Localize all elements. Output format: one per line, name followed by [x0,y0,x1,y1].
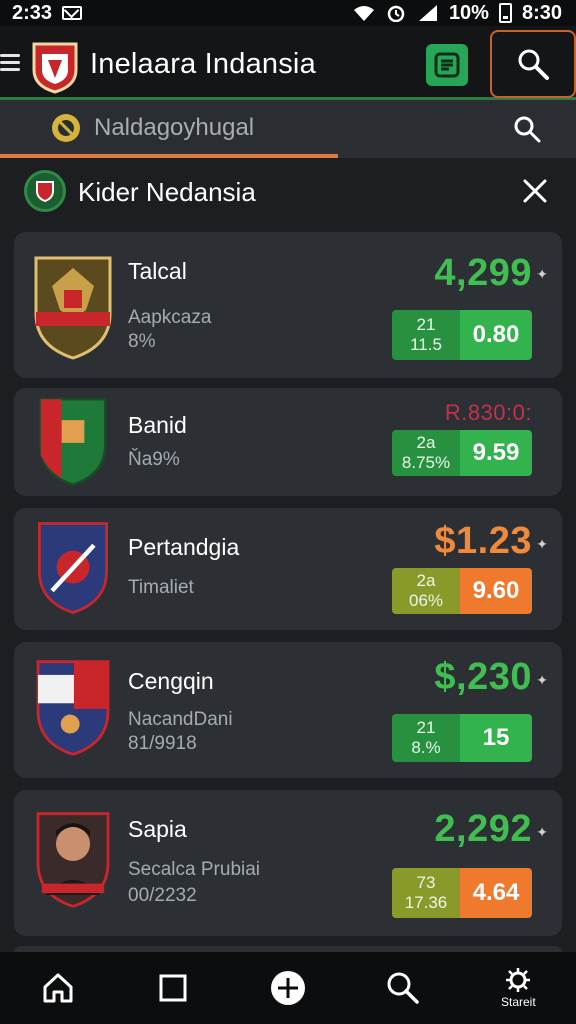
card-sub: NacandDani [128,709,233,730]
odds-value: 9.60 [460,568,532,614]
alarm-icon [387,5,405,22]
odds-left: 21 11.5 [392,310,460,360]
search-input[interactable]: Naldagoyhugal [94,114,254,142]
list-item[interactable]: Talcal Aapkcaza 8% 4,299 ✦ 21 11.5 0.80 [14,232,562,378]
odds-top: 21 [416,718,436,737]
share-button[interactable] [426,44,468,86]
nav-home[interactable] [23,958,93,1018]
odds-left: 2a 8.75% [392,430,460,476]
odds-top: 2a [416,433,436,452]
filter-header: Kider Nedansia [14,164,562,220]
team-badge-icon [52,114,80,142]
odds-top: 2a [416,571,436,590]
card-name: Banid [128,412,187,438]
square-icon [159,974,187,1002]
filter-badge [24,170,66,212]
shield-crest-icon [38,522,108,614]
trend-icon: ✦ [536,266,548,282]
card-name: Pertandgia [128,534,240,560]
odds-bottom: 8.% [411,738,441,757]
status-clock: 8:30 [521,1,562,24]
odds-bottom: 17.36 [404,893,448,912]
odds-value: 15 [460,714,532,762]
status-right: 10% 8:30 [353,2,562,25]
odds-top: 21 [416,315,436,334]
odds-button[interactable]: 2a 06% 9.60 [392,568,532,614]
home-icon [43,973,73,1003]
trend-icon: ✦ [536,672,548,688]
trend-icon: ✦ [536,536,548,552]
card-price: $,230 [434,656,532,698]
card-sub: Secalca Prubiai [128,859,261,880]
card-price: 2,292 [434,808,532,850]
filter-title: Kider Nedansia [78,177,256,207]
card-price: R.830:0: [444,400,532,425]
card-name: Talcal [128,258,187,284]
search-icon [387,972,419,1004]
battery-percent: 10% [448,1,489,24]
garuda-crest-icon [34,256,112,360]
list-item[interactable]: Sapia Secalca Prubiai 00/2232 2,292 ✦ 73… [14,790,562,936]
menu-icon[interactable] [0,54,20,72]
list-item[interactable]: Banid Ňa9% R.830:0: 2a 8.75% 9.59 [14,388,562,496]
odds-left: 73 17.36 [392,868,460,918]
odds-bottom: 8.75% [401,453,451,472]
shield-crest-icon [36,660,110,756]
card-sub: 81/9918 [128,733,197,754]
odds-top: 73 [416,873,436,892]
app-title: Inelaara Indansia [90,48,316,80]
odds-button[interactable]: 73 17.36 4.64 [392,868,532,918]
card-name: Sapia [128,816,187,842]
share-icon [434,52,460,78]
player-avatar-icon [36,812,110,908]
trend-icon: ✦ [536,824,548,840]
card-sub: Timaliet [128,577,194,598]
odds-button[interactable]: 2a 8.75% 9.59 [392,430,532,476]
list-item[interactable]: Pertandgia Timaliet $1.23 ✦ 2a 06% 9.60 [14,508,562,630]
nav-settings[interactable]: Stareit [483,958,553,1018]
gear-icon [506,968,531,992]
search-icon [518,49,549,80]
nav-add[interactable] [253,958,323,1018]
odds-bottom: 06% [408,591,444,610]
search-button[interactable] [490,30,576,98]
odds-button[interactable]: 21 11.5 0.80 [392,310,532,360]
nav-square[interactable] [138,958,208,1018]
card-sub: 8% [128,331,156,352]
mail-icon [62,6,83,20]
shield-icon [36,181,54,202]
battery-icon [498,3,512,23]
odds-value: 9.59 [460,430,532,476]
logo-crest-icon [32,42,78,94]
shield-crest-icon [39,397,107,487]
status-bar: 2:33 10% 8:30 [0,0,576,26]
status-time: 2:33 [12,1,53,24]
odds-left: 2a 06% [392,568,460,614]
status-left: 2:33 [12,1,83,25]
card-price: 4,299 [434,252,532,294]
add-circle-icon [270,971,305,1005]
odds-button[interactable]: 21 8.% 15 [392,714,532,762]
odds-value: 4.64 [460,868,532,918]
nav-search[interactable] [368,958,438,1018]
app-header: Inelaara Indansia [0,26,576,100]
card-sub: Ňa9% [128,449,180,470]
card-price: $1.23 [434,520,532,562]
close-icon[interactable] [520,176,550,206]
wifi-icon [353,6,374,21]
bottom-nav: Stareit [0,952,576,1024]
signal-icon [418,5,437,21]
odds-left: 21 8.% [392,714,460,762]
card-name: Cengqin [128,668,214,694]
search-bar[interactable]: Naldagoyhugal [0,100,576,158]
card-sub: Aapkcaza [128,307,212,328]
odds-bottom: 11.5 [410,335,442,354]
nav-label: Stareit [501,995,536,1009]
tab-indicator [0,154,338,158]
list-item[interactable]: Cengqin NacandDani 81/9918 $,230 ✦ 21 8.… [14,642,562,778]
magnifier-icon[interactable] [512,114,542,144]
odds-value: 0.80 [460,310,532,360]
card-sub: 00/2232 [128,885,197,906]
